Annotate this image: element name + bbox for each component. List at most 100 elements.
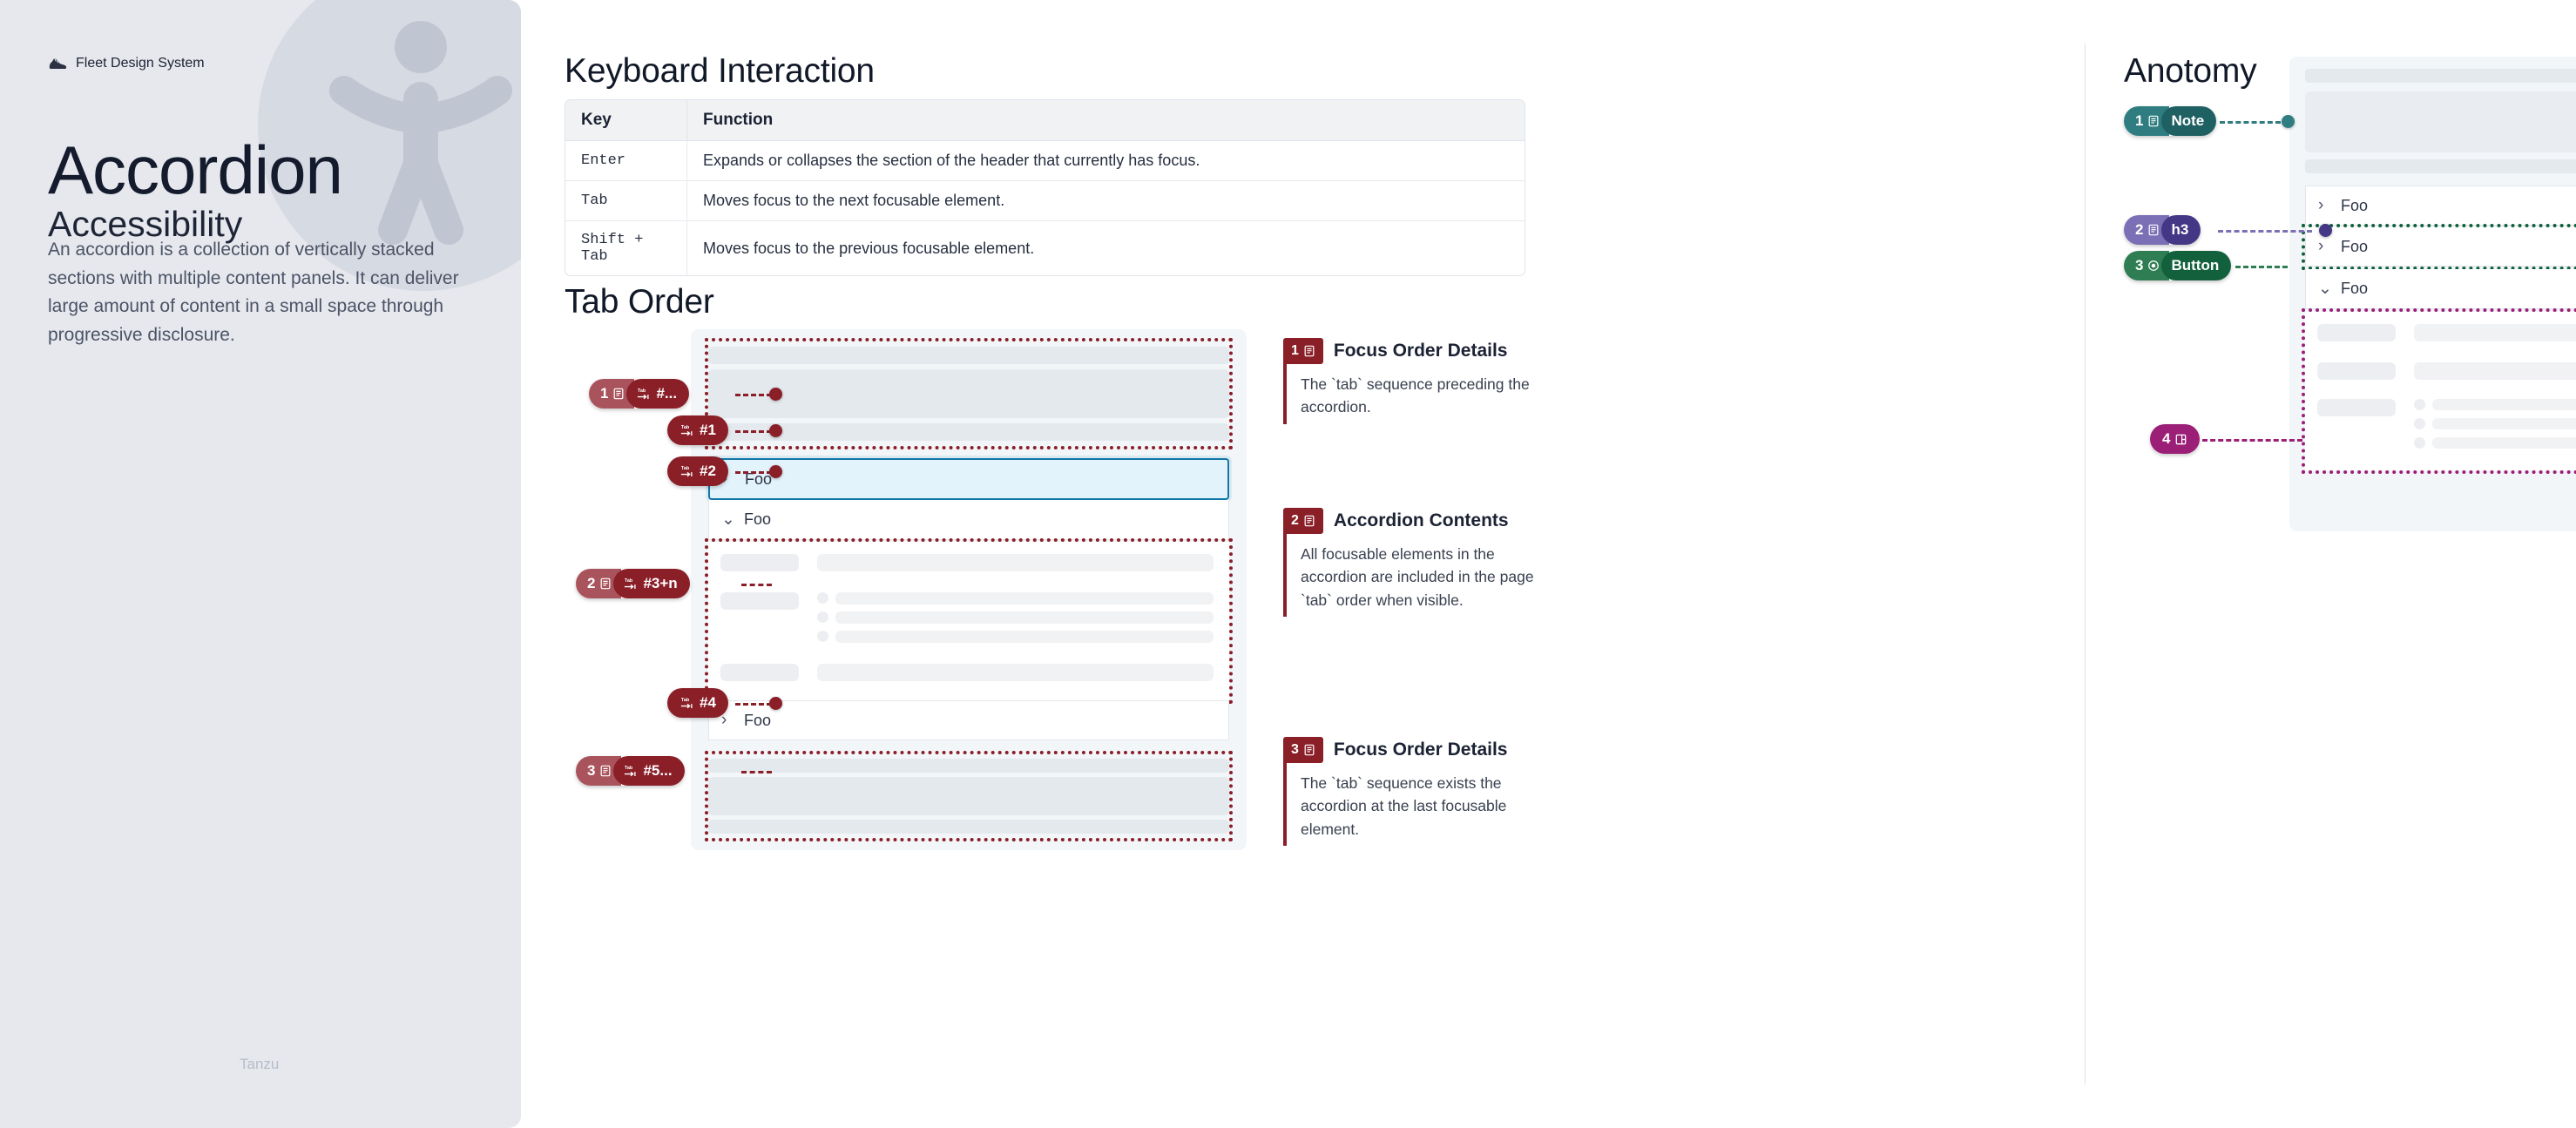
note-number: 3: [1291, 742, 1299, 757]
tab-key-icon: Tab: [625, 578, 637, 590]
table-header-row: Key Function: [565, 100, 1525, 141]
leader-line: [741, 584, 772, 586]
leader-line: [735, 430, 772, 433]
badge-tag: Note: [2171, 112, 2205, 129]
function-cell: Moves focus to the next focusable elemen…: [687, 181, 1525, 221]
note-icon: [1304, 515, 1315, 527]
note-focus-order-details-2: 3 Focus Order Details The `tab` sequence…: [1283, 737, 1553, 846]
note-icon: [1304, 744, 1315, 756]
accordion-header-2[interactable]: ⌄ Foo: [708, 500, 1229, 540]
badge-tag: #4: [700, 694, 716, 711]
following-focus-region: [705, 751, 1233, 841]
leader-line: [2218, 230, 2312, 233]
tab-key-icon: Tab: [638, 388, 650, 400]
accordion-header-label: Foo: [744, 711, 772, 729]
page-root: Fleet Design System Accordion Accessibil…: [0, 0, 2576, 1128]
tab-order-heading: Tab Order: [565, 283, 714, 321]
note-icon: [1304, 345, 1315, 357]
tab-key-icon: Tab: [625, 766, 637, 777]
accordion-header-1[interactable]: › Foo: [708, 458, 1229, 500]
svg-text:Tab: Tab: [625, 578, 633, 584]
tab-key-icon: Tab: [680, 698, 693, 709]
leader-line: [735, 394, 772, 396]
note-text: The `tab` sequence exists the accordion …: [1301, 774, 1507, 838]
tab-key-icon: Tab: [680, 425, 693, 436]
leader-line: [2235, 266, 2288, 268]
tab-order-badge: Tab #2: [667, 456, 728, 486]
accordion-panel-content: [705, 538, 1233, 704]
svg-text:Tab: Tab: [681, 698, 690, 703]
tab-marker-1: 1 Tab #...: [589, 379, 690, 409]
badge-tag: #2: [700, 463, 716, 479]
anatomy-badge: 1 Note: [2124, 106, 2217, 136]
note-title: Focus Order Details: [1333, 740, 1508, 760]
badge-number: 3: [2135, 257, 2144, 274]
svg-text:Tab: Tab: [638, 388, 646, 394]
table-row: Shift + Tab Moves focus to the previous …: [565, 221, 1525, 275]
badge-tag: #1: [700, 422, 716, 438]
anatomy-marker-button: 3 Button: [2124, 251, 2232, 280]
table-row: Enter Expands or collapses the section o…: [565, 141, 1525, 181]
function-cell: Expands or collapses the section of the …: [687, 141, 1525, 181]
note-number: 1: [1291, 343, 1299, 358]
badge-tag: #5...: [643, 762, 673, 779]
accordion-header-label: Foo: [2341, 280, 2369, 297]
column-header-key: Key: [565, 100, 687, 141]
note-focus-order-details-1: 1 Focus Order Details The `tab` sequence…: [1283, 338, 1553, 424]
note-icon: [601, 578, 611, 590]
anatomy-demo-container: › Foo › Foo ⌄ Foo: [2289, 57, 2576, 531]
target-icon: [2148, 260, 2160, 271]
note-text: The `tab` sequence preceding the accordi…: [1301, 375, 1530, 416]
badge-tag: Button: [2171, 257, 2220, 274]
leader-line: [735, 471, 772, 474]
page-description: An accordion is a collection of vertical…: [48, 240, 459, 345]
leader-dot: [769, 388, 782, 401]
badge-number: 3: [587, 762, 596, 779]
leader-line: [735, 703, 772, 706]
note-title: Focus Order Details: [1333, 341, 1508, 361]
tab-order-badge: 1 Tab #...: [589, 379, 690, 409]
anatomy-accordion-header-3[interactable]: ⌄ Foo: [2305, 269, 2576, 309]
note-icon: [614, 388, 624, 400]
tab-marker-6: 3 Tab #5...: [576, 756, 685, 786]
note-accordion-contents: 2 Accordion Contents All focusable eleme…: [1283, 508, 1553, 617]
badge-number: 1: [600, 385, 609, 402]
key-cell: Shift + Tab: [565, 221, 687, 275]
anatomy-marker-h3: 2 h3: [2124, 215, 2201, 245]
tab-order-badge: Tab #1: [667, 415, 728, 445]
badge-number: 2: [2135, 221, 2144, 238]
anatomy-section-footer-placeholder: [2305, 159, 2576, 173]
note-badge: 1: [1283, 338, 1323, 364]
note-icon: [2149, 115, 2159, 127]
chevron-down-icon: ⌄: [721, 510, 735, 529]
leader-dot: [2282, 115, 2295, 128]
page-title: Accordion: [48, 132, 343, 209]
note-title: Accordion Contents: [1333, 510, 1509, 530]
tab-order-badge: Tab #4: [667, 688, 728, 718]
svg-text:Tab: Tab: [681, 425, 690, 430]
anatomy-accordion-header-1[interactable]: › Foo: [2305, 186, 2576, 226]
badge-number: 1: [2135, 112, 2144, 129]
accordion-demo-container: › Foo ⌄ Foo: [691, 329, 1247, 850]
anatomy-accordion-header-2[interactable]: › Foo: [2302, 224, 2576, 270]
leader-dot: [769, 465, 782, 478]
note-badge: 3: [1283, 737, 1323, 763]
chevron-right-icon: ›: [2318, 196, 2324, 214]
note-icon: [2149, 224, 2159, 236]
main-content: Keyboard Interaction Key Function Enter …: [521, 0, 2576, 1128]
anatomy-marker-landmark: 4: [2150, 424, 2201, 454]
shoe-icon: [49, 57, 67, 69]
table-row: Tab Moves focus to the next focusable el…: [565, 181, 1525, 221]
badge-number: 4: [2162, 430, 2171, 447]
anatomy-badge: 3 Button: [2124, 251, 2232, 280]
chevron-down-icon: ⌄: [2318, 280, 2332, 298]
tab-order-badge: 2 Tab #3+n: [576, 569, 690, 598]
accordion-header-3[interactable]: › Foo: [708, 700, 1229, 740]
leader-dot: [769, 424, 782, 437]
anatomy-section-heading-placeholder: [2305, 69, 2576, 83]
anatomy-badge: 2 h3: [2124, 215, 2201, 245]
svg-text:Tab: Tab: [625, 766, 633, 771]
column-divider: [2085, 44, 2086, 1084]
note-icon: [601, 765, 611, 777]
accordion-header-label: Foo: [2341, 237, 2369, 255]
